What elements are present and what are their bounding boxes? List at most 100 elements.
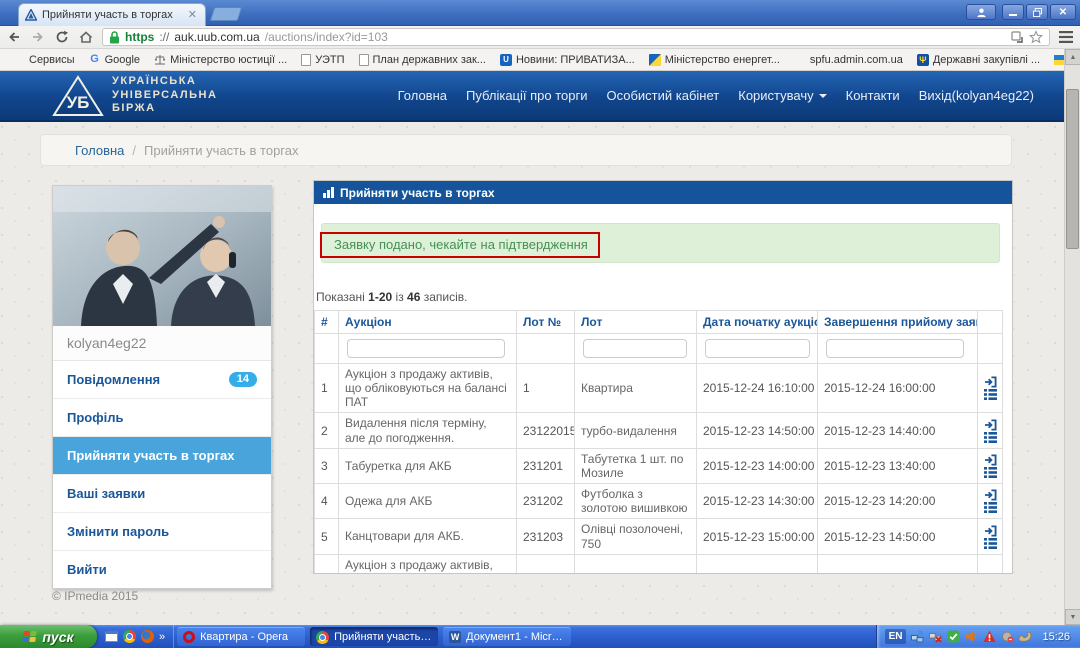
language-indicator[interactable]: EN	[885, 629, 907, 644]
show-desktop-icon[interactable]	[105, 631, 118, 642]
cell-lot-no: 231201	[517, 448, 575, 483]
enter-auction-icon[interactable]	[984, 525, 996, 537]
browser-tab[interactable]: Прийняти участь в торгах ✕	[18, 3, 206, 26]
network-disconnected-icon[interactable]	[928, 630, 942, 644]
col-header-lot[interactable]: Лот	[575, 311, 697, 334]
menu-button[interactable]	[1058, 30, 1074, 45]
firefox-icon[interactable]	[141, 630, 154, 643]
sidebar-item-participate[interactable]: Прийняти участь в торгах	[53, 437, 271, 475]
network-activity-icon[interactable]	[910, 630, 924, 644]
cell-actions	[978, 554, 1003, 573]
quick-launch-chevron[interactable]: »	[159, 631, 165, 643]
bookmark-star-icon[interactable]	[1029, 30, 1043, 44]
sidebar-item-messages[interactable]: Повідомлення 14	[53, 361, 271, 399]
scroll-up-button[interactable]: ▲	[1065, 49, 1080, 65]
sidebar-item-your-bids[interactable]: Ваші заявки	[53, 475, 271, 513]
sidebar-item-label: Вийти	[67, 562, 107, 577]
home-button[interactable]	[78, 30, 94, 45]
enter-auction-icon[interactable]	[984, 419, 996, 431]
cell-lot: Квартира	[575, 554, 697, 573]
sidebar-item-change-password[interactable]: Змінити пароль	[53, 513, 271, 551]
col-header-start[interactable]: Дата початку аукціону	[697, 311, 818, 334]
scroll-down-button[interactable]: ▼	[1065, 609, 1080, 625]
filter-lot-input[interactable]	[583, 339, 687, 358]
sidebar: kolyan4eg22 Повідомлення 14 Профіль Прий…	[52, 185, 272, 589]
lot-list-icon[interactable]	[984, 538, 996, 549]
breadcrumb: Головна / Прийняти участь в торгах	[40, 134, 1012, 166]
col-header-lot-no[interactable]: Лот №	[517, 311, 575, 334]
bookmark-label: Міністерство юстиції ...	[170, 54, 287, 66]
lot-list-icon[interactable]	[984, 502, 996, 513]
new-tab-button[interactable]	[210, 7, 243, 21]
bookmark-spfu[interactable]: spfu.admin.com.ua	[789, 52, 908, 68]
cell-lot-no: 3	[517, 554, 575, 573]
filter-deadline-input[interactable]	[826, 339, 964, 358]
nav-logout[interactable]: Вихід(kolyan4eg22)	[919, 88, 1034, 103]
antivirus-ok-icon[interactable]	[946, 630, 960, 644]
person-icon	[976, 7, 987, 18]
site-logo-text: УКРАЇНСЬКА УНІВЕРСАЛЬНА БІРЖА	[112, 75, 217, 116]
nav-publications[interactable]: Публікації про торги	[466, 88, 587, 103]
page-icon	[359, 54, 369, 66]
col-header-auction[interactable]: Аукціон	[339, 311, 517, 334]
update-blocked-icon[interactable]	[1000, 630, 1014, 644]
lot-list-icon[interactable]	[984, 467, 996, 478]
task-word[interactable]: W Документ1 - Microso...	[443, 627, 571, 646]
screen: Прийняти участь в торгах ✕ ✕ https://auk…	[0, 0, 1080, 648]
filter-start-input[interactable]	[705, 339, 810, 358]
close-button[interactable]: ✕	[1050, 4, 1076, 20]
cell-lot: Квартира	[575, 364, 697, 413]
bookmark-ministry-energy[interactable]: Міністерство енергет...	[644, 52, 785, 68]
page-action-icon[interactable]	[1011, 31, 1023, 43]
sidebar-item-label: Змінити пароль	[67, 524, 169, 539]
sidebar-item-profile[interactable]: Профіль	[53, 399, 271, 437]
cell-lot: Олівці позолочені, 750	[575, 519, 697, 554]
nav-user-dropdown[interactable]: Користувачу	[738, 88, 826, 103]
bookmark-ministry-justice[interactable]: Міністерство юстиції ...	[149, 52, 292, 68]
minimize-button[interactable]	[1002, 4, 1024, 20]
task-chrome-active[interactable]: Прийняти участь в ...	[310, 627, 438, 646]
chrome-icon[interactable]	[123, 630, 136, 643]
address-bar[interactable]: https://auk.uub.com.ua/auctions/index?id…	[102, 28, 1050, 46]
forward-button[interactable]	[30, 30, 46, 45]
cell-lot-no: 23122015	[517, 413, 575, 448]
warning-icon[interactable]	[982, 630, 996, 644]
col-header-deadline[interactable]: Завершення прийому заявок	[818, 311, 978, 334]
sidebar-item-logout[interactable]: Вийти	[53, 551, 271, 588]
enter-auction-icon[interactable]	[984, 489, 996, 501]
volume-icon[interactable]	[964, 630, 978, 644]
nav-contacts[interactable]: Контакти	[846, 88, 900, 103]
task-opera[interactable]: Квартира - Opera	[177, 627, 305, 646]
bookmark-google[interactable]: G Google	[84, 52, 145, 68]
nav-home[interactable]: Головна	[398, 88, 447, 103]
filter-auction-input[interactable]	[347, 339, 505, 358]
fax-device-icon[interactable]	[1018, 630, 1032, 644]
site-logo[interactable]: УБ УКРАЇНСЬКА УНІВЕРСАЛЬНА БІРЖА	[52, 75, 217, 117]
bookmark-derzhavni-zakupivli[interactable]: Ψ Державні закупівлі ...	[912, 52, 1045, 68]
tab-close-icon[interactable]: ✕	[186, 10, 199, 21]
bookmark-plan-zakupivli[interactable]: План державних зак...	[354, 52, 491, 68]
breadcrumb-home-link[interactable]: Головна	[75, 143, 124, 158]
lot-list-icon[interactable]	[984, 389, 996, 400]
bookmark-services[interactable]: Сервисы	[8, 52, 80, 68]
bookmark-novyny-pryvatyza[interactable]: U Новини: ПРИВАТИЗА...	[495, 52, 640, 68]
nav-personal-cabinet[interactable]: Особистий кабінет	[606, 88, 719, 103]
back-button[interactable]	[6, 30, 22, 45]
enter-auction-icon[interactable]	[984, 376, 996, 388]
start-button[interactable]: пуск	[0, 625, 97, 648]
enter-auction-icon[interactable]	[984, 454, 996, 466]
restore-button[interactable]	[1026, 4, 1048, 20]
alert-text: Заявку подано, чекайте на підтвердження	[334, 237, 588, 252]
taskbar: пуск » Квартира - Opera Прийняти участь …	[0, 625, 1080, 648]
secure-lock-icon	[109, 31, 120, 44]
profile-button[interactable]	[966, 4, 996, 20]
vertical-scrollbar[interactable]: ▲ ▼	[1064, 49, 1080, 625]
table-row: 6 Аукціон з продажу активів, що облікову…	[315, 554, 1003, 573]
cell-start: 2015-12-23 10:15:00	[697, 554, 818, 573]
annotation-red-box: Заявку подано, чекайте на підтвердження	[320, 232, 600, 258]
scrollbar-thumb[interactable]	[1066, 89, 1079, 249]
bookmark-uetp[interactable]: УЭТП	[296, 52, 349, 68]
lot-list-icon[interactable]	[984, 432, 996, 443]
taskbar-clock[interactable]: 15:26	[1042, 631, 1070, 643]
reload-button[interactable]	[54, 30, 70, 45]
